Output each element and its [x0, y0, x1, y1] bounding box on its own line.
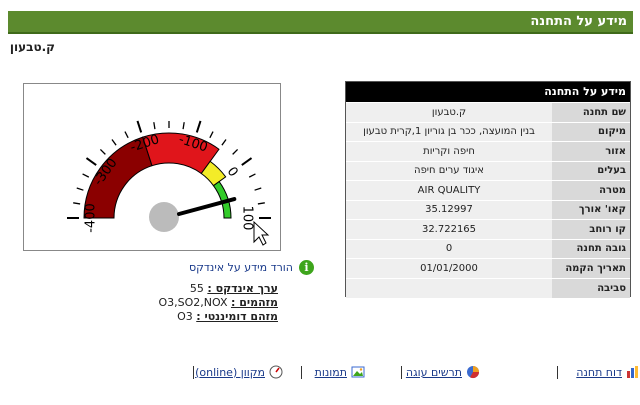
speedometer-icon[interactable] — [269, 365, 283, 379]
gauge-minor-tick — [182, 122, 185, 130]
gauge-tick-label: 0 — [224, 164, 241, 180]
station-name: ק.טבעון — [9, 40, 55, 54]
gauge-minor-tick — [221, 139, 227, 146]
info-row: קו רוחב 32.722165 — [346, 219, 630, 239]
pollutants-label: מזהמים : — [230, 296, 278, 309]
info-row-value: 0 — [346, 238, 552, 259]
info-row-label: תאריך הקמה — [552, 258, 630, 278]
dominant-pollutant-label: מזהם דומיננטי : — [196, 310, 278, 323]
gauge-svg: -400-300-200 -1000100 — [67, 120, 271, 246]
online-item[interactable]: מקוון (online) — [195, 365, 283, 379]
info-row: מיקום בנין המועצה, ככר בן גוריון 1,קרית ט… — [346, 121, 630, 142]
gauge-minor-tick — [124, 131, 129, 139]
images-link[interactable]: תמונות — [315, 366, 347, 379]
gauge-minor-tick — [248, 173, 256, 178]
info-row-value: AIR QUALITY — [346, 180, 552, 200]
station-report-link[interactable]: דוח תחנה — [576, 366, 622, 379]
info-row-label: קאו' אורך — [552, 199, 630, 220]
info-row: סביבה — [346, 277, 630, 298]
info-row: בעלים איגוד ערים חיפה — [346, 160, 630, 181]
page-title-bar: מידע על התחנה — [8, 11, 633, 34]
info-row-value: ק.טבעון — [346, 102, 552, 122]
gauge-minor-tick — [111, 139, 117, 146]
info-row-value: 01/01/2000 — [346, 258, 552, 278]
info-row-label: סביבה — [552, 277, 630, 298]
pie-chart-item[interactable]: תרשים עוגה — [406, 365, 480, 379]
info-row-label: אזור — [552, 141, 630, 161]
info-row-label: בעלים — [552, 160, 630, 181]
index-value: 55 — [189, 282, 204, 295]
gauge-minor-tick — [76, 187, 84, 191]
images-item[interactable]: תמונות — [315, 365, 365, 379]
info-row-label: מטרה — [552, 180, 630, 200]
index-value-row: ערך אינדקס : 55 — [140, 282, 278, 296]
info-row-value: איגוד ערים חיפה — [346, 160, 552, 181]
download-index-row[interactable]: i הורד מידע על אינדקס — [168, 258, 314, 276]
gauge-hub — [149, 202, 179, 232]
gauge-tick-label: -400 — [84, 203, 99, 233]
info-row: תאריך הקמה 01/01/2000 — [346, 258, 630, 278]
index-value-label: ערך אינדקס : — [207, 282, 278, 295]
footer-separator — [557, 366, 558, 379]
index-summary: ערך אינדקס : 55 מזהמים : O3,SO2,NOX מזהם… — [140, 282, 278, 324]
info-row: אזור חיפה וקריות — [346, 141, 630, 161]
online-link[interactable]: מקוון (online) — [195, 366, 265, 379]
gauge-tick-label: 100 — [240, 206, 255, 231]
pie-chart-icon[interactable] — [466, 365, 480, 379]
gauge-minor-tick — [153, 122, 156, 130]
info-row: מטרה AIR QUALITY — [346, 180, 630, 200]
dominant-pollutant-value: O3 — [177, 310, 193, 323]
footer-separator — [193, 366, 194, 379]
info-row-value — [346, 277, 552, 298]
footer-links: דוח תחנה תרשים עוגה תמונות מקוון (online… — [100, 365, 640, 385]
footer-separator — [401, 366, 402, 379]
station-report-item[interactable]: דוח תחנה — [576, 365, 640, 379]
station-info-panel: מידע על התחנה שם תחנה ק.טבעון מיקום בנין המ… — [345, 81, 631, 298]
pollutants-value: O3,SO2,NOX — [158, 296, 228, 309]
info-row-label: גובה תחנה — [552, 238, 630, 259]
download-index-link[interactable]: הורד מידע על אינדקס — [189, 261, 293, 274]
info-row: גובה תחנה 0 — [346, 238, 630, 259]
pie-chart-link[interactable]: תרשים עוגה — [406, 366, 462, 379]
gauge-minor-tick — [232, 148, 239, 155]
station-info-table: שם תחנה ק.טבעון מיקום בנין המועצה, ככר בן ג… — [346, 102, 630, 298]
info-row-value: בנין המועצה, ככר בן גוריון 1,קרית טבעון — [346, 121, 552, 142]
info-panel-title: מידע על התחנה — [346, 82, 630, 102]
info-row-label: מיקום — [552, 121, 630, 142]
footer-separator — [301, 366, 302, 379]
gauge-minor-tick — [73, 202, 81, 205]
gauge-minor-tick — [209, 131, 214, 139]
info-row-value: 35.12997 — [346, 199, 552, 220]
index-gauge: -400 -300 -200 -100 0 100 — [23, 83, 281, 251]
gauge-major-tick — [241, 157, 253, 166]
mouse-cursor-icon — [253, 220, 270, 246]
gauge-minor-tick — [82, 173, 90, 178]
info-row-label: שם תחנה — [552, 102, 630, 122]
info-row: קאו' אורך 35.12997 — [346, 199, 630, 220]
gauge-major-tick — [136, 120, 143, 133]
image-icon[interactable] — [351, 365, 365, 379]
gauge-major-tick — [85, 157, 97, 166]
dominant-pollutant-row: מזהם דומיננטי : O3 — [140, 310, 278, 324]
gauge-minor-tick — [99, 148, 106, 155]
info-row-value: חיפה וקריות — [346, 141, 552, 161]
info-row-label: קו רוחב — [552, 219, 630, 239]
pollutants-row: מזהמים : O3,SO2,NOX — [140, 296, 278, 310]
info-row-value: 32.722165 — [346, 219, 552, 239]
bar-chart-icon[interactable] — [626, 365, 640, 379]
info-row: שם תחנה ק.טבעון — [346, 102, 630, 122]
page-title: מידע על התחנה — [530, 14, 627, 29]
gauge-major-tick — [195, 120, 202, 133]
gauge-minor-tick — [254, 187, 262, 191]
gauge-minor-tick — [257, 202, 265, 205]
info-icon[interactable]: i — [299, 259, 314, 275]
